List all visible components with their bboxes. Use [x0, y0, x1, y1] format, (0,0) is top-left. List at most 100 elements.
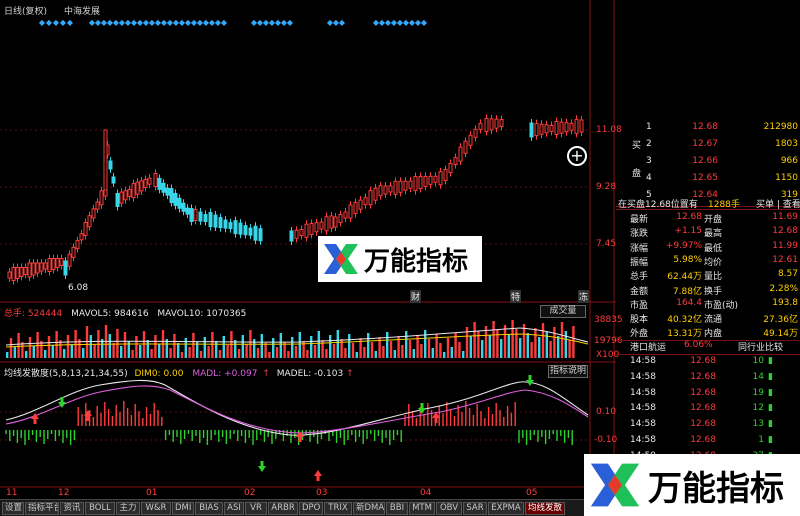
- volume-bar: [344, 348, 347, 358]
- tab-mtm[interactable]: MTM: [409, 502, 435, 515]
- volume-bar: [446, 338, 450, 358]
- candle-body: [289, 230, 294, 242]
- tab-[interactable]: 主力: [116, 502, 140, 515]
- candle-body: [169, 188, 174, 204]
- tab-dmi[interactable]: DMI: [172, 502, 194, 515]
- candle-body: [413, 176, 418, 192]
- trade-price: 12.68: [690, 435, 716, 445]
- candle-body: [494, 118, 499, 129]
- tab-w-r[interactable]: W&R: [141, 502, 171, 515]
- stat-label: 最低: [704, 243, 723, 254]
- volume-indicator-button[interactable]: 成交量: [540, 305, 586, 318]
- tab-[interactable]: 资讯: [60, 502, 84, 515]
- event-marker[interactable]: 冻: [578, 290, 590, 303]
- order-level: 3: [646, 156, 652, 166]
- tab-expma[interactable]: EXPMA: [488, 502, 524, 515]
- volume-bar: [332, 344, 336, 358]
- volume-bar: [306, 350, 309, 358]
- volume-scale-top: 38835: [594, 315, 623, 325]
- order-price: 12.67: [692, 139, 718, 149]
- tab-[interactable]: 均线发散: [525, 502, 565, 515]
- watermark-text: 万能指标: [364, 246, 469, 277]
- tab-arbr[interactable]: ARBR: [268, 502, 298, 515]
- order-volume[interactable]: 1803: [756, 139, 798, 149]
- candle-body: [378, 185, 383, 197]
- tab-bias[interactable]: BIAS: [195, 502, 223, 515]
- event-marker[interactable]: 特: [510, 290, 522, 303]
- candle-body: [228, 222, 233, 230]
- candle-body: [39, 262, 44, 272]
- candle-body: [428, 175, 433, 185]
- candle-body: [181, 202, 186, 212]
- stat-value: 62.44万: [667, 272, 702, 283]
- event-marker[interactable]: 财: [410, 290, 422, 303]
- volume-bar: [28, 337, 32, 358]
- order-level: 1: [646, 122, 652, 132]
- indicator-help-button[interactable]: 指标说明: [548, 365, 588, 378]
- volume-bar: [500, 339, 503, 358]
- candle-body: [544, 124, 549, 134]
- volume-scale-mid: 19796: [594, 336, 623, 346]
- candle-body: [564, 122, 569, 133]
- tab-dma[interactable]: 新DMA: [353, 502, 385, 515]
- candle-body: [79, 233, 84, 241]
- candle-body: [19, 267, 24, 277]
- volume-bar: [549, 341, 552, 358]
- candle-body: [233, 220, 238, 235]
- trade-time: 14:58: [630, 419, 656, 430]
- candle-body: [43, 262, 48, 270]
- volume-bar: [298, 332, 301, 358]
- tab-trix[interactable]: TRIX: [324, 502, 352, 515]
- trade-direction-icon: ▮: [768, 356, 773, 366]
- candle-body: [368, 190, 373, 206]
- tab-sar[interactable]: SAR: [463, 502, 487, 515]
- candle-body: [15, 267, 20, 279]
- candle-body: [253, 225, 258, 241]
- watermark-logo-icon: [324, 244, 358, 274]
- volume-bar: [108, 334, 111, 358]
- price-chart-canvas[interactable]: [0, 0, 616, 499]
- tab-obv[interactable]: OBV: [436, 502, 462, 515]
- buy-arrow-icon: [314, 470, 322, 481]
- order-volume[interactable]: 212980: [756, 122, 798, 132]
- volume-bar: [47, 336, 51, 358]
- volume-bar: [215, 341, 218, 358]
- candle-body: [123, 190, 128, 201]
- trade-direction-icon: ▮: [768, 435, 773, 445]
- tab-boll[interactable]: BOLL: [85, 502, 115, 515]
- indicator-legend: 均线发散度(5,8,13,21,34,55) DIM0: 0.00 MADL: …: [4, 369, 354, 379]
- order-volume[interactable]: 966: [756, 156, 798, 166]
- candle-body: [299, 229, 304, 236]
- tab-asi[interactable]: ASI: [224, 502, 244, 515]
- zoom-in-icon[interactable]: +: [567, 146, 587, 166]
- candle-body: [443, 169, 448, 181]
- stat-value: 11.99: [772, 240, 798, 251]
- time-axis-label: 12: [58, 488, 70, 498]
- volume-bar: [408, 340, 412, 358]
- candle-body: [108, 160, 113, 170]
- volume-bar: [272, 338, 275, 358]
- sector-name[interactable]: 港口航运: [630, 340, 666, 353]
- volume-bar: [386, 332, 389, 358]
- tab-[interactable]: 指标平台: [25, 502, 59, 515]
- volume-bar: [557, 336, 560, 358]
- low-price-marker: 6.08: [68, 283, 89, 293]
- stat-label: 外盘: [630, 329, 649, 340]
- tab-bbi[interactable]: BBI: [386, 502, 408, 515]
- stat-value: 27.36亿: [763, 315, 798, 326]
- tab-[interactable]: 设置: [2, 502, 24, 515]
- candle-body: [11, 267, 16, 281]
- volume-bar: [317, 331, 320, 358]
- sector-compare-link[interactable]: 同行业比较: [738, 340, 783, 353]
- madl-line: [5, 379, 589, 436]
- tab-dpo[interactable]: DPO: [299, 502, 323, 515]
- trade-direction-icon: ▮: [768, 387, 773, 398]
- volume-bar: [66, 335, 70, 358]
- order-volume[interactable]: 1150: [756, 173, 798, 183]
- volume-bar: [507, 334, 510, 358]
- trade-time: 14:58: [630, 435, 656, 445]
- tab-vr[interactable]: VR: [245, 502, 267, 515]
- volume-bar: [412, 349, 415, 358]
- volume-bar: [530, 342, 533, 358]
- volume-bar: [348, 334, 351, 358]
